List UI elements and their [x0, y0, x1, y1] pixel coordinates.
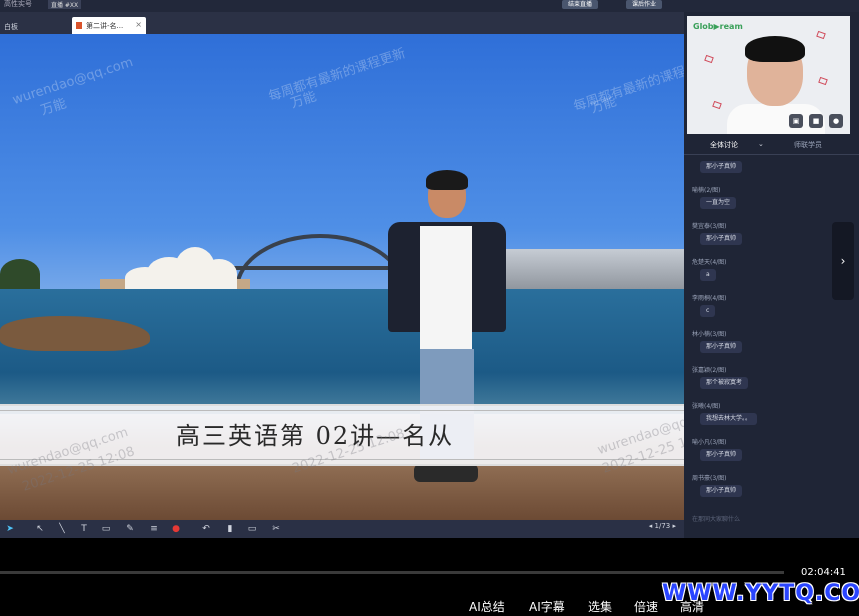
chat-message: 一直为空	[700, 197, 737, 209]
slide-canvas: 高三英语第 02讲—名从 wurendao@qq.com 每周都有最新的课程更新…	[0, 34, 684, 520]
chat-sender: 樊宜泰(3/图)	[692, 223, 727, 230]
pointer-icon[interactable]: ➤	[4, 523, 16, 535]
current-time: 02:04:41	[801, 567, 846, 578]
chat-list: 那小子真帅 喻楠(2/图) 一直为空 樊宜泰(3/图) 那小子真帅 危楚天(4/…	[684, 157, 849, 517]
chat-sender: 喻楠(2/图)	[692, 187, 721, 194]
teacher-camera: Glob▶ream ▣ ■ ●	[687, 16, 850, 134]
decor-shape	[712, 100, 722, 110]
chat-sender: 李雨桐(4/图)	[692, 295, 727, 302]
ai-summary-button[interactable]: AI总结	[469, 598, 505, 615]
chat-sender: 喻小凡(3/图)	[692, 439, 727, 446]
chat-tabs: 全体讨论 ⌄ 师联学员	[684, 137, 859, 155]
ai-subtitle-button[interactable]: AI字幕	[529, 598, 565, 615]
chat-message: 那个被寂寞考	[700, 377, 749, 389]
tab-all-chat[interactable]: 全体讨论	[710, 140, 738, 150]
chat-message: a	[700, 269, 716, 281]
video-player-bar: 02:04:41 AI总结 AI字幕 选集 倍速 高清 WWW.YYTQ.COM	[0, 538, 859, 616]
chat-message: 我想去林大学。。	[700, 413, 758, 425]
rectangle-icon[interactable]: ▭	[100, 523, 112, 535]
slide-photo-city	[480, 249, 684, 294]
end-live-button[interactable]: 结束直播	[562, 0, 599, 9]
site-watermark: WWW.YYTQ.COM	[662, 581, 859, 606]
episodes-button[interactable]: 选集	[588, 598, 612, 615]
screen-icon[interactable]: ▭	[246, 523, 258, 535]
slide-photo-trees	[0, 259, 40, 289]
tab-teacher-only[interactable]: 师联学员	[794, 140, 822, 150]
select-icon[interactable]: ↖	[34, 523, 46, 535]
annotation-toolbar: ➤ ↖ ╲ T ▭ ✎ ≡ ● ↶ ▮ ▭ ✂ ◂ 1/73 ▸	[0, 520, 684, 538]
chat-message: 那小子真帅	[700, 233, 743, 245]
chat-message: 那小子真帅	[700, 485, 743, 497]
tab-strip: 白板 第二讲-名... ×	[0, 12, 684, 34]
next-page-icon[interactable]: ▸	[672, 522, 676, 530]
chat-message: c	[700, 305, 716, 317]
chat-message: 那小子真帅	[700, 161, 743, 173]
page-number: 1/73	[654, 522, 671, 530]
chat-sender: 林小楠(3/图)	[692, 331, 727, 338]
undo-icon[interactable]: ↶	[200, 523, 212, 535]
chat-input[interactable]: 在那同大家聊什么	[692, 514, 740, 523]
page-indicator[interactable]: ◂ 1/73 ▸	[649, 522, 676, 530]
microphone-icon[interactable]: ●	[829, 114, 843, 128]
decor-shape	[704, 54, 714, 64]
slide-title: 高三英语第 02讲—名从	[176, 422, 455, 450]
homework-button[interactable]: 课后作业	[626, 0, 663, 9]
app-window: 高性实号 直播 #XX 结束直播 课后作业 白板 第二讲-名... × 高三英语…	[0, 0, 859, 616]
tab-whiteboard[interactable]: 白板	[4, 22, 18, 32]
chevron-down-icon[interactable]: ⌄	[758, 140, 764, 148]
app-top-bar: 高性实号 直播 #XX 结束直播 课后作业	[0, 0, 859, 12]
chat-sender: 张曦(4/图)	[692, 403, 721, 410]
app-title: 高性实号	[4, 0, 32, 8]
slide-photo-opera-house	[125, 239, 240, 289]
prev-page-icon[interactable]: ◂	[649, 522, 653, 530]
scissors-icon[interactable]: ✂	[270, 523, 282, 535]
line-width-icon[interactable]: ≡	[148, 523, 160, 535]
speed-button[interactable]: 倍速	[634, 598, 658, 615]
camera-icon[interactable]: ■	[809, 114, 823, 128]
chat-message: 那小子真帅	[700, 341, 743, 353]
chevron-right-icon[interactable]: ›	[832, 222, 854, 300]
decor-shape	[816, 30, 826, 40]
eraser-icon[interactable]: ✎	[124, 523, 136, 535]
chat-sender: 张嘉颖(2/图)	[692, 367, 727, 374]
fullscreen-icon[interactable]: ▣	[789, 114, 803, 128]
progress-track[interactable]	[0, 571, 784, 574]
pen-icon[interactable]: ╲	[56, 523, 68, 535]
live-badge: 直播 #XX	[48, 0, 82, 9]
delete-icon[interactable]: ▮	[224, 523, 236, 535]
tab-ppt-file-label: 第二讲-名...	[86, 22, 124, 30]
teacher-hair	[745, 36, 805, 62]
chat-sender: 周书豪(3/图)	[692, 475, 727, 482]
color-picker-icon[interactable]: ●	[170, 523, 182, 535]
ppt-file-icon	[76, 22, 82, 29]
camera-logo: Glob▶ream	[693, 22, 743, 31]
text-tool-icon[interactable]: T	[78, 523, 90, 535]
chat-sender: 危楚天(4/图)	[692, 259, 727, 266]
close-icon[interactable]: ×	[135, 20, 142, 29]
decor-shape	[818, 76, 828, 86]
chat-message: 那小子真帅	[700, 449, 743, 461]
tab-ppt-file[interactable]: 第二讲-名... ×	[72, 17, 146, 34]
